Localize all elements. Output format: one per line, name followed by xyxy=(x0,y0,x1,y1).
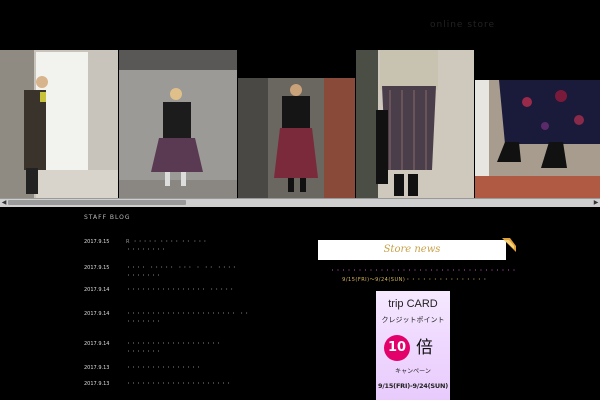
top-bar: online store xyxy=(0,0,600,50)
gallery-photo-3[interactable] xyxy=(238,50,355,198)
store-news-line-1[interactable]: ・・・・・・・・・・・・・・・・・・・・・・・・・・・・・・・・・・ xyxy=(330,268,517,275)
trip-card-banner[interactable]: trip CARD クレジットポイント 10 倍 キャンペーン 9/15(FRI… xyxy=(376,291,450,400)
card-subtitle: クレジットポイント xyxy=(381,316,445,324)
gallery-photo-5[interactable] xyxy=(475,50,600,198)
blog-title: STAFF BLOG xyxy=(84,214,131,221)
online-store-link[interactable]: online store xyxy=(430,20,495,30)
gallery-scrollbar[interactable]: ◀ ▶ xyxy=(0,198,600,207)
gallery-photo-4[interactable] xyxy=(356,50,474,198)
corner-ribbon-icon xyxy=(502,238,516,252)
campaign-label: キャンペーン xyxy=(395,368,431,375)
store-news-line-2[interactable]: 9/15(FRI)〜9/24(SUN)・・・・・・・・・・・・・・・ xyxy=(330,277,500,284)
photo-gallery xyxy=(0,50,600,198)
gallery-photo-2[interactable] xyxy=(119,50,237,198)
card-title: trip CARD xyxy=(388,298,438,310)
scroll-left-icon[interactable]: ◀ xyxy=(0,199,8,207)
scroll-right-icon[interactable]: ▶ xyxy=(592,199,600,207)
points-multiplier-badge: 10 xyxy=(384,335,410,361)
store-news-banner[interactable]: Store news xyxy=(318,240,506,260)
staff-blog: STAFF BLOG 2017.9.15 R ・・・・・ ・・・・ ・・ ・・・… xyxy=(84,214,284,387)
campaign-dates: 9/15(FRI)-9/24(SUN) xyxy=(378,382,448,390)
multiplier-label: 倍 xyxy=(416,338,433,358)
scroll-thumb[interactable] xyxy=(8,200,186,205)
gallery-photo-1[interactable] xyxy=(0,50,118,198)
